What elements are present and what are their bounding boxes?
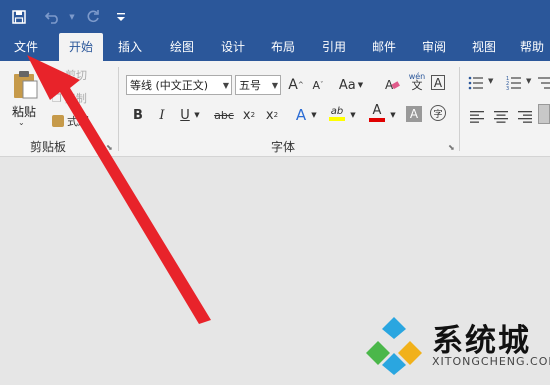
svg-text:3: 3 [506, 86, 509, 91]
font-group-label: 字体 [271, 140, 296, 154]
italic-label: I [159, 107, 165, 123]
bullets-dropdown-icon[interactable]: ▼ [488, 77, 493, 85]
highlight-dropdown-icon[interactable]: ▼ [348, 105, 358, 125]
watermark-logo [362, 315, 426, 379]
scissors-icon: ✂ [52, 68, 63, 82]
font-color-bar [369, 117, 385, 122]
font-color-button[interactable]: A [367, 102, 387, 122]
underline-label: U [180, 107, 190, 123]
phonetic-guide-button[interactable]: wén 文 [407, 71, 427, 91]
ribbon-tabs: 文件 开始 插入 绘图 设计 布局 引用 邮件 审阅 视图 帮助 [0, 33, 550, 61]
font-size-combo[interactable]: 五号 ▼ [235, 75, 281, 95]
tab-home[interactable]: 开始 [59, 33, 103, 61]
align-left-icon[interactable] [470, 108, 484, 127]
tab-help[interactable]: 帮助 [511, 33, 550, 61]
shrink-font-button[interactable]: Aˇ [308, 75, 328, 95]
italic-button[interactable]: I [152, 105, 172, 125]
ribbon: 粘贴 ⌄ ✂ 剪切 ❐ 复制 式刷 剪贴板 ⬊ 等线 (中文正文) ▼ 五号 ▼… [0, 61, 550, 157]
font-name-combo[interactable]: 等线 (中文正文) ▼ [126, 75, 232, 95]
align-center-icon[interactable] [494, 108, 508, 127]
change-case-button[interactable]: Aa ▼ [338, 75, 364, 95]
tab-references[interactable]: 引用 [313, 33, 355, 61]
numbering-icon[interactable]: 1 2 3 [506, 75, 522, 95]
superscript-label: x [265, 107, 274, 123]
subscript-button[interactable]: x2 [239, 105, 259, 125]
text-effects-button[interactable]: A [291, 105, 311, 125]
underline-dropdown-icon[interactable]: ▼ [192, 105, 202, 125]
bold-label: B [133, 107, 143, 123]
font-size-value: 五号 [239, 79, 261, 92]
bold-button[interactable]: B [128, 105, 148, 125]
tab-file[interactable]: 文件 [6, 33, 46, 61]
paste-icon[interactable] [10, 69, 40, 99]
multilevel-list-icon[interactable] [538, 75, 550, 95]
copy-icon: ❐ [52, 91, 62, 105]
grow-font-button[interactable]: A ^ [286, 75, 306, 95]
highlight-label: ab [330, 105, 344, 117]
clipboard-dialog-launcher-icon[interactable]: ⬊ [106, 143, 113, 152]
justify-button[interactable] [538, 104, 550, 124]
tab-design[interactable]: 设计 [212, 33, 254, 61]
format-painter-button[interactable]: 式刷 [52, 113, 89, 129]
tab-mailings[interactable]: 邮件 [363, 33, 405, 61]
font-color-label: A [372, 102, 382, 118]
cut-label: 剪切 [65, 69, 88, 82]
superscript-button[interactable]: x2 [262, 105, 282, 125]
change-case-label: Aa [338, 77, 356, 93]
title-bar: ▼ [0, 0, 550, 33]
enclose-characters-label: 字 [433, 109, 443, 120]
text-effects-label: A [295, 106, 307, 124]
grow-font-label: A [288, 77, 298, 93]
brush-icon [52, 115, 64, 127]
tab-draw[interactable]: 绘图 [161, 33, 203, 61]
customize-icon[interactable] [114, 0, 128, 33]
subscript-label: x [242, 107, 251, 123]
character-shading-label: A [409, 107, 419, 121]
copy-label: 复制 [64, 92, 87, 105]
align-right-icon[interactable] [518, 108, 532, 127]
save-icon[interactable] [8, 0, 30, 33]
clear-formatting-icon[interactable]: A [382, 75, 402, 95]
character-border-label: A [433, 75, 443, 90]
enclose-characters-button[interactable]: 字 [430, 105, 446, 121]
tab-layout[interactable]: 布局 [262, 33, 304, 61]
strikethrough-label: abc [214, 108, 234, 122]
tab-review[interactable]: 审阅 [413, 33, 455, 61]
chevron-down-icon[interactable]: ▼ [272, 76, 278, 96]
font-color-dropdown-icon[interactable]: ▼ [388, 105, 398, 125]
highlight-color-bar [329, 116, 345, 121]
cut-button[interactable]: ✂ 剪切 [52, 67, 87, 83]
redo-icon[interactable] [82, 0, 104, 33]
paste-dropdown-icon[interactable]: ⌄ [18, 118, 25, 127]
font-dialog-launcher-icon[interactable]: ⬊ [448, 143, 455, 152]
undo-icon[interactable] [42, 0, 64, 33]
watermark-subtext: XITONGCHENG.COM [432, 355, 550, 368]
format-painter-label: 式刷 [67, 115, 89, 128]
character-border-button[interactable]: A [431, 75, 445, 90]
numbering-dropdown-icon[interactable]: ▼ [526, 77, 531, 85]
group-divider [118, 67, 119, 151]
text-effects-dropdown-icon[interactable]: ▼ [309, 105, 319, 125]
tab-view[interactable]: 视图 [463, 33, 505, 61]
tab-insert[interactable]: 插入 [109, 33, 151, 61]
clipboard-group-label: 剪贴板 [30, 140, 67, 154]
watermark-text: 系统城 [432, 323, 531, 359]
bullets-icon[interactable] [468, 75, 484, 95]
chevron-down-icon[interactable]: ▼ [223, 76, 229, 96]
shrink-font-label: A [312, 78, 321, 92]
font-name-value: 等线 (中文正文) [130, 79, 209, 92]
highlight-button[interactable]: ab [327, 103, 347, 123]
character-shading-button[interactable]: A [406, 106, 422, 122]
undo-dropdown-icon[interactable]: ▼ [66, 0, 78, 33]
group-divider [459, 67, 460, 151]
strikethrough-button[interactable]: abc [212, 105, 236, 125]
copy-button[interactable]: ❐ 复制 [52, 90, 87, 106]
